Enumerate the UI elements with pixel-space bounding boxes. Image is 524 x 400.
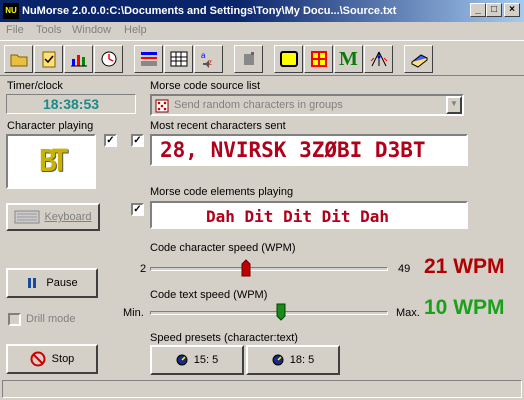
timer-display: 18:38:53 <box>6 94 136 114</box>
menu-tools[interactable]: Tools <box>36 24 62 36</box>
open-folder-icon <box>10 54 27 67</box>
elements-text: Dah Dit Dit Dit Dah <box>206 207 390 226</box>
drill-mode-label: Drill mode <box>26 313 76 325</box>
text-speed-value: 10 WPM <box>424 296 505 319</box>
menu-window[interactable]: Window <box>72 24 111 36</box>
checklist-button[interactable] <box>34 45 63 73</box>
keyboard-button[interactable]: Keyboard <box>6 203 100 231</box>
source-selected: Send random characters in groups <box>174 99 343 111</box>
m-mode-button[interactable]: M <box>334 45 363 73</box>
recent-display: 28, NVIRSK 3ZØBI D3BT <box>150 134 468 166</box>
char-playing-value: BT <box>38 144 69 179</box>
char-speed-track <box>150 267 388 271</box>
char-speed-thumb-icon <box>241 259 251 277</box>
stop-button[interactable]: Stop <box>6 344 98 374</box>
source-list-select[interactable]: Send random characters in groups ▼ <box>150 94 464 116</box>
window-title: NuMorse 2.0.0.0:C:\Documents and Setting… <box>22 5 397 17</box>
presets-label: Speed presets (character:text) <box>150 332 298 344</box>
close-button[interactable]: × <box>504 3 520 17</box>
pause-icon <box>28 278 37 288</box>
preset-button-2[interactable]: 18: 5 <box>246 345 340 375</box>
preset-2-label: 18: 5 <box>289 354 315 366</box>
maximize-button[interactable]: □ <box>486 3 502 17</box>
menu-file[interactable]: File <box>6 24 24 36</box>
grid-button[interactable] <box>164 45 193 73</box>
minimize-button[interactable]: _ <box>470 3 486 17</box>
stop-icon <box>30 351 46 367</box>
speedometer-icon <box>272 354 284 366</box>
text-speed-label: Code text speed (WPM) <box>150 289 268 301</box>
timer-label: Timer/clock <box>7 80 63 92</box>
menu-help[interactable]: Help <box>124 24 147 36</box>
recent-text: 28, NVIRSK 3ZØBI D3BT <box>160 138 426 162</box>
drill-mode-checkbox[interactable] <box>8 313 21 326</box>
source-list-label: Morse code source list <box>150 80 261 92</box>
text-speed-track <box>150 311 388 315</box>
keyboard-layout-icon <box>140 52 157 66</box>
menu-bar: File Tools Window Help <box>0 22 524 40</box>
text-speed-slider[interactable] <box>276 303 286 321</box>
text-speed-min: Min. <box>123 307 144 319</box>
recent-label: Most recent characters sent <box>150 120 286 132</box>
char-playing-checkbox[interactable]: ✓ <box>104 134 117 147</box>
svg-text:a: a <box>201 51 206 60</box>
dice-icon <box>155 99 169 113</box>
speedometer-icon <box>176 354 188 366</box>
antenna-icon <box>370 51 387 67</box>
bar-chart-icon <box>70 55 87 67</box>
statistics-button[interactable] <box>64 45 93 73</box>
pattern-button[interactable] <box>304 45 333 73</box>
clock-icon <box>101 51 116 67</box>
antenna-button[interactable] <box>364 45 393 73</box>
help-book-button[interactable] <box>404 45 433 73</box>
char-speed-value: 21 WPM <box>424 255 505 278</box>
disabled-tool-button[interactable] <box>234 45 263 73</box>
text-speed-max: Max. <box>396 307 420 319</box>
keyboard-icon <box>14 210 40 224</box>
stop-label: Stop <box>51 353 75 365</box>
recent-checkbox[interactable]: ✓ <box>131 134 144 147</box>
checklist-icon <box>42 51 55 68</box>
elements-label: Morse code elements playing <box>150 186 294 198</box>
keyboard-layout-button[interactable] <box>134 45 163 73</box>
preset-1-label: 15: 5 <box>193 354 219 366</box>
status-bar <box>2 380 522 398</box>
text-speed-thumb-icon <box>276 303 286 321</box>
char-playing-label: Character playing <box>7 120 94 132</box>
az-speaker-icon: az <box>201 51 212 68</box>
yellow-display-button[interactable] <box>274 45 303 73</box>
char-speed-max: 49 <box>398 263 411 275</box>
speak-letters-button[interactable]: az <box>194 45 223 73</box>
preset-button-1[interactable]: 15: 5 <box>150 345 244 375</box>
pause-label: Pause <box>46 277 78 289</box>
app-icon: NU <box>3 3 19 19</box>
gray-block-icon <box>243 52 254 65</box>
dropdown-arrow-icon[interactable]: ▼ <box>446 96 462 114</box>
letter-m-icon: M <box>339 47 358 70</box>
char-speed-label: Code character speed (WPM) <box>150 242 296 254</box>
pause-button[interactable]: Pause <box>6 268 98 298</box>
open-folder-button[interactable] <box>4 45 33 73</box>
book-icon <box>410 54 428 68</box>
char-speed-slider[interactable] <box>241 259 251 277</box>
clock-button[interactable] <box>94 45 123 73</box>
red-cross-icon <box>310 51 327 67</box>
keyboard-label: Keyboard <box>44 211 92 223</box>
char-playing-display: BT <box>6 134 96 189</box>
toolbar: az M <box>0 40 524 76</box>
elements-display: Dah Dit Dit Dit Dah <box>150 201 468 229</box>
title-bar: NU NuMorse 2.0.0.0:C:\Documents and Sett… <box>0 0 524 22</box>
yellow-square-icon <box>279 51 298 67</box>
elements-checkbox[interactable]: ✓ <box>131 203 144 216</box>
char-speed-min: 2 <box>140 263 147 275</box>
grid-icon <box>170 51 187 67</box>
